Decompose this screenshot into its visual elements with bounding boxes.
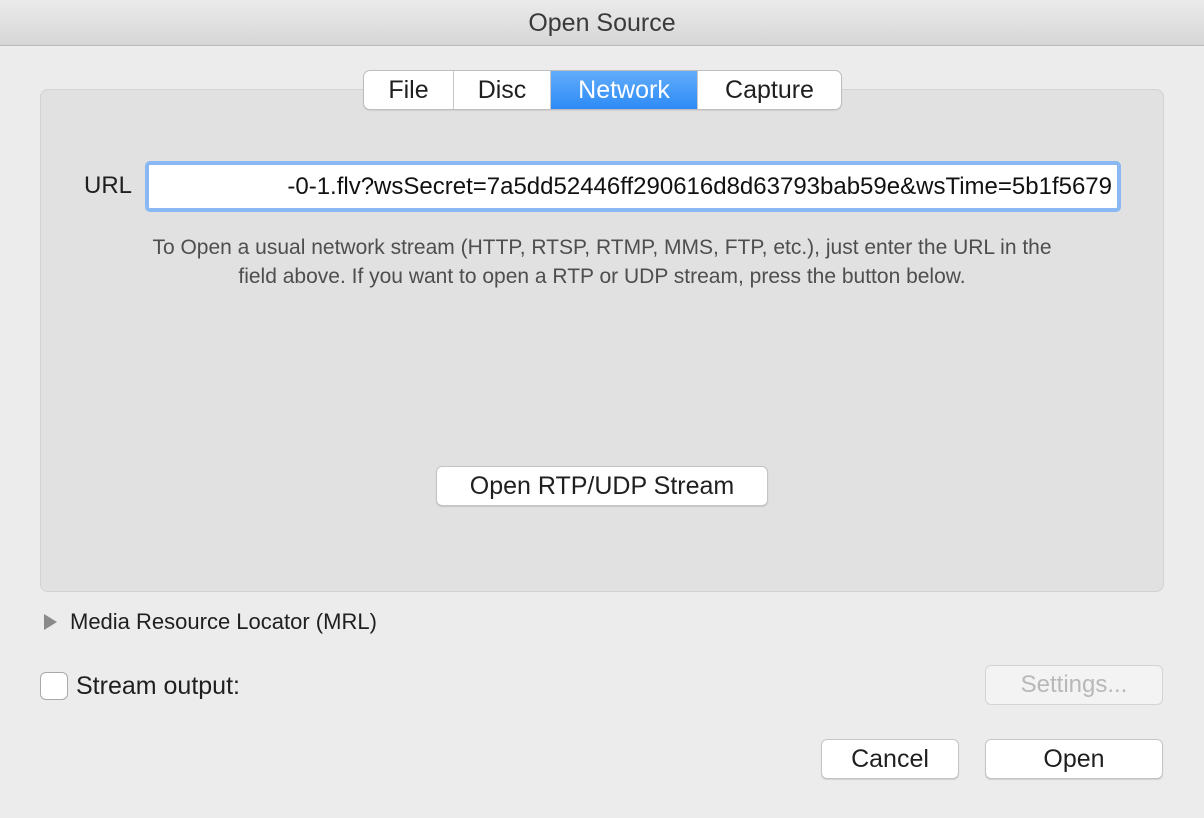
stream-output-label[interactable]: Stream output: <box>76 672 240 701</box>
open-source-dialog: Open Source File Disc Network Capture UR… <box>0 0 1204 818</box>
stream-output-checkbox[interactable] <box>40 672 68 700</box>
settings-button[interactable]: Settings... <box>985 665 1163 705</box>
mrl-label: Media Resource Locator (MRL) <box>70 609 377 634</box>
open-rtp-udp-stream-button[interactable]: Open RTP/UDP Stream <box>436 466 768 506</box>
mrl-disclosure[interactable]: Media Resource Locator (MRL) <box>44 607 377 637</box>
tab-network[interactable]: Network <box>551 71 698 109</box>
tab-capture[interactable]: Capture <box>698 71 841 109</box>
tab-file[interactable]: File <box>364 71 454 109</box>
url-input-value: -0-1.flv?wsSecret=7a5dd52446ff290616d8d6… <box>287 173 1112 200</box>
cancel-button[interactable]: Cancel <box>821 739 959 779</box>
window-title: Open Source <box>0 0 1204 46</box>
url-input[interactable]: -0-1.flv?wsSecret=7a5dd52446ff290616d8d6… <box>145 161 1121 212</box>
hint-line-2: field above. If you want to open a RTP o… <box>238 265 966 288</box>
stream-output-row: Stream output: <box>40 670 240 702</box>
tab-bar: File Disc Network Capture <box>363 70 842 110</box>
hint-line-1: To Open a usual network stream (HTTP, RT… <box>152 236 1052 259</box>
open-button[interactable]: Open <box>985 739 1163 779</box>
tab-disc[interactable]: Disc <box>454 71 551 109</box>
url-label: URL <box>84 172 133 199</box>
disclosure-triangle-icon[interactable] <box>44 614 57 630</box>
network-hint-text: To Open a usual network stream (HTTP, RT… <box>70 233 1134 291</box>
